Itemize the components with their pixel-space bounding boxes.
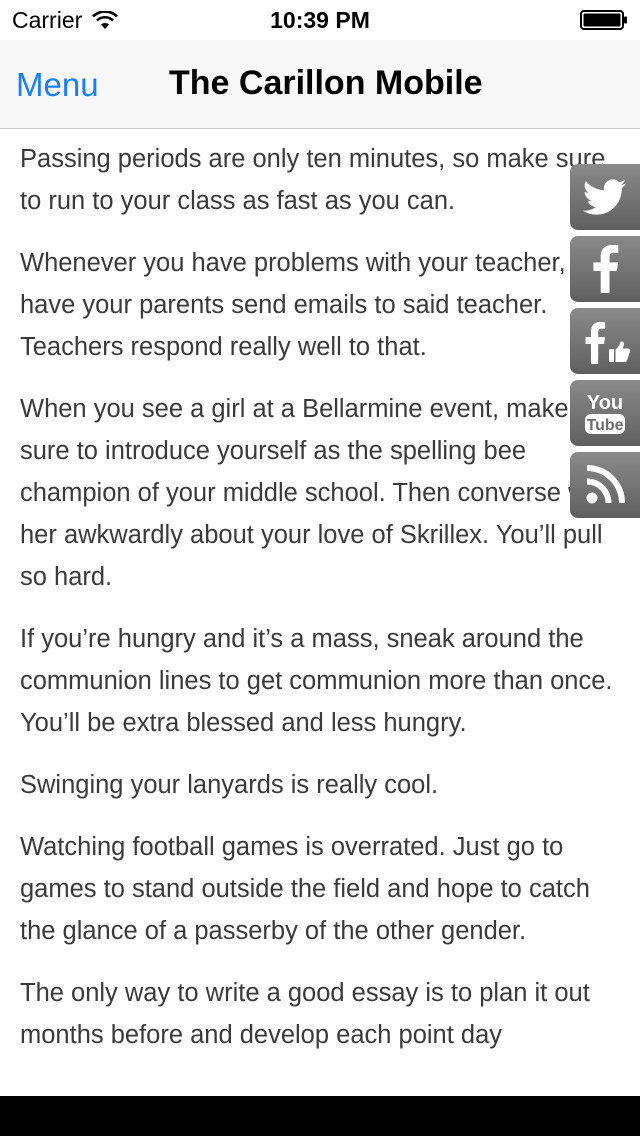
article-paragraph: Watching football games is overrated. Ju… bbox=[20, 833, 590, 945]
article-paragraph: Passing periods are only ten minutes, so… bbox=[20, 145, 606, 215]
status-bar: Carrier 10:39 PM bbox=[0, 0, 640, 40]
svg-text:You: You bbox=[587, 392, 623, 414]
svg-text:Tube: Tube bbox=[586, 417, 623, 434]
rss-button[interactable] bbox=[570, 452, 640, 518]
article-body: Passing periods are only ten minutes, so… bbox=[0, 128, 640, 1056]
article-paragraph: Whenever you have problems with your tea… bbox=[20, 249, 566, 361]
social-sidebar: You Tube bbox=[570, 164, 640, 524]
navigation-bar: Menu The Carillon Mobile bbox=[0, 40, 640, 129]
page-title: The Carillon Mobile bbox=[169, 64, 483, 102]
bottom-bar bbox=[0, 1096, 640, 1136]
youtube-icon: You Tube bbox=[585, 392, 625, 434]
article-paragraph: When you see a girl at a Bellarmine even… bbox=[20, 395, 614, 591]
facebook-icon bbox=[593, 245, 619, 293]
screen: Carrier 10:39 PM Menu The Carillon Mobil… bbox=[0, 0, 640, 1136]
youtube-button[interactable]: You Tube bbox=[570, 380, 640, 446]
facebook-button[interactable] bbox=[570, 236, 640, 302]
article-content[interactable]: Passing periods are only ten minutes, so… bbox=[0, 128, 640, 1096]
twitter-button[interactable] bbox=[570, 164, 640, 230]
menu-button[interactable]: Menu bbox=[16, 66, 99, 104]
article-paragraph: If you’re hungry and it’s a mass, sneak … bbox=[20, 625, 613, 737]
article-paragraph: The only way to write a good essay is to… bbox=[20, 979, 590, 1049]
facebook-like-button[interactable] bbox=[570, 308, 640, 374]
twitter-icon bbox=[582, 179, 627, 215]
article-paragraph: Swinging your lanyards is really cool. bbox=[20, 771, 439, 799]
rss-icon bbox=[586, 465, 625, 504]
battery-icon bbox=[580, 10, 627, 30]
status-time: 10:39 PM bbox=[270, 7, 370, 33]
facebook-like-icon bbox=[585, 322, 631, 364]
